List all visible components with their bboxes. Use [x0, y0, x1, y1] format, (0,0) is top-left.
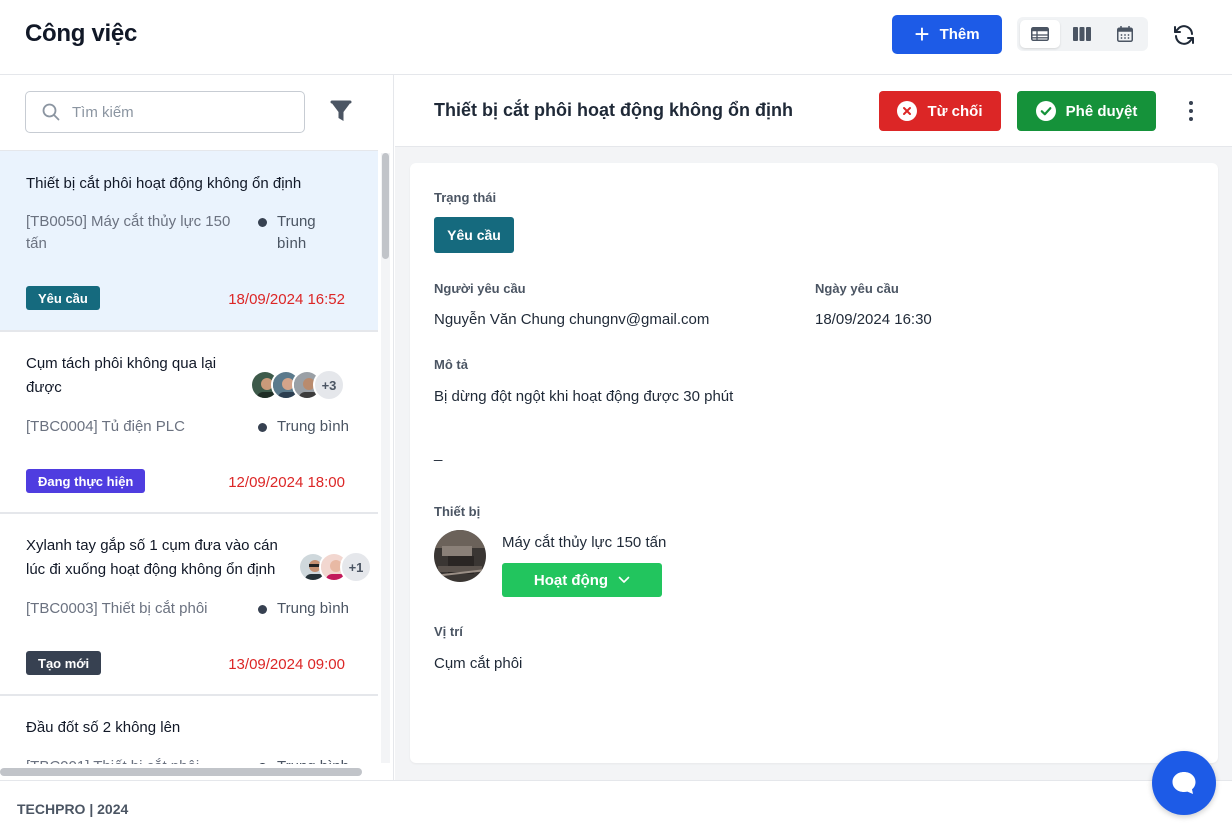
task-card[interactable]: Xylanh tay gắp số 1 cụm đưa vào cán lúc … [0, 514, 378, 696]
request-date-label: Ngày yêu cầu [815, 281, 899, 296]
task-priority: Trung bình [258, 211, 338, 255]
task-date: 12/09/2024 18:00 [228, 474, 345, 491]
filter-button[interactable] [330, 100, 352, 124]
chat-button[interactable] [1152, 751, 1216, 815]
priority-dot [258, 423, 267, 432]
priority-dot [258, 218, 267, 227]
reject-button[interactable]: Từ chối [879, 91, 1001, 131]
task-card[interactable]: Đầu đốt số 2 không lên [TBC001] Thiết bị… [0, 696, 378, 764]
device-status-label: Hoạt động [533, 571, 609, 589]
vertical-scrollbar[interactable] [381, 153, 390, 763]
refresh-button[interactable] [1170, 21, 1198, 49]
columns-icon [1073, 27, 1092, 41]
priority-label: Trung bình [277, 600, 349, 617]
refresh-icon [1174, 25, 1194, 45]
search-box[interactable] [25, 91, 305, 133]
priority-dot [258, 605, 267, 614]
more-assignees-count: +1 [340, 551, 372, 583]
chat-icon [1172, 772, 1196, 794]
task-title: Xylanh tay gắp số 1 cụm đưa vào cán lúc … [26, 537, 278, 578]
request-date-value: 18/09/2024 16:30 [815, 311, 932, 328]
status-badge: Đang thực hiện [26, 469, 146, 493]
search-icon [42, 103, 60, 121]
status-badge: Yêu cầu [26, 286, 100, 310]
task-card[interactable]: Cụm tách phôi không qua lại được +3 [TBC… [0, 332, 378, 514]
kebab-dot [1189, 101, 1193, 105]
scrollbar-thumb[interactable] [382, 153, 389, 259]
status-chip: Yêu cầu [434, 217, 514, 253]
page-title: Công việc [25, 20, 137, 47]
task-title: Cụm tách phôi không qua lại được [26, 355, 217, 396]
task-priority: Trung bình [258, 598, 358, 620]
task-device: [TBC0003] Thiết bị cắt phôi [26, 600, 208, 617]
kebab-dot [1189, 117, 1193, 121]
more-options-button[interactable] [1185, 101, 1197, 121]
footer: TECHPRO | 2024 [0, 780, 1232, 829]
kebab-dot [1189, 109, 1193, 113]
device-label: Thiết bị [434, 504, 481, 519]
horizontal-scrollbar[interactable] [0, 768, 362, 776]
task-list: Thiết bị cắt phôi hoạt động không ổn địn… [0, 150, 378, 764]
task-title: Đầu đốt số 2 không lên [26, 719, 181, 736]
table-icon [1031, 27, 1050, 41]
check-circle-icon [1035, 101, 1056, 121]
task-device: [TBC0004] Tủ điện PLC [26, 418, 185, 435]
detail-panel: Thiết bị cắt phôi hoạt động không ổn địn… [395, 75, 1232, 780]
location-value: Cụm cắt phôi [434, 655, 523, 672]
priority-label: Trung bình [277, 418, 349, 435]
assignee-avatars: +3 [250, 369, 345, 401]
x-circle-icon [897, 101, 918, 121]
kanban-view-button[interactable] [1062, 20, 1102, 48]
task-priority: Trung bình [258, 416, 358, 438]
detail-card: Trạng thái Yêu cầu Người yêu cầu Nguyễn … [410, 163, 1218, 763]
add-button[interactable]: + Thêm [892, 15, 1002, 54]
status-label: Trạng thái [434, 190, 497, 205]
task-date: 18/09/2024 16:52 [228, 291, 345, 308]
task-priority: Trung bình [258, 756, 358, 764]
calendar-icon [1116, 26, 1133, 42]
task-device: [TBC001] Thiết bị cắt phôi [26, 756, 241, 764]
device-status-dropdown[interactable]: Hoạt động [502, 563, 662, 597]
task-title: Thiết bị cắt phôi hoạt động không ổn địn… [26, 175, 302, 192]
approve-button[interactable]: Phê duyệt [1017, 91, 1156, 131]
description-extra: _ [434, 445, 443, 462]
priority-label: Trung bình [277, 213, 316, 252]
search-input[interactable] [72, 103, 272, 121]
requester-value: Nguyễn Văn Chung chungnv@gmail.com [434, 311, 710, 328]
detail-title: Thiết bị cắt phôi hoạt động không ổn địn… [434, 100, 793, 120]
top-bar: Công việc + Thêm [0, 0, 1232, 75]
detail-header: Thiết bị cắt phôi hoạt động không ổn địn… [395, 75, 1232, 147]
device-name: Máy cắt thủy lực 150 tấn [502, 534, 667, 551]
priority-label: Trung bình [277, 756, 349, 764]
priority-dot [258, 763, 267, 764]
assignee-avatars: +1 [298, 551, 372, 583]
task-date: 13/09/2024 09:00 [228, 656, 345, 673]
location-label: Vị trí [434, 624, 463, 639]
add-button-label: Thêm [939, 26, 980, 43]
view-switcher [1017, 17, 1148, 51]
description-value: Bị dừng đột ngột khi hoạt động được 30 p… [434, 388, 734, 405]
description-label: Mô tả [434, 357, 468, 372]
more-assignees-count: +3 [313, 369, 345, 401]
calendar-view-button[interactable] [1105, 20, 1145, 48]
status-badge: Tạo mới [26, 651, 102, 675]
requester-label: Người yêu cầu [434, 281, 526, 296]
device-image [434, 530, 486, 582]
table-view-button[interactable] [1020, 20, 1061, 48]
chevron-down-icon [618, 576, 630, 583]
task-list-panel: Thiết bị cắt phôi hoạt động không ổn địn… [0, 75, 394, 780]
reject-button-label: Từ chối [927, 102, 983, 120]
footer-text: TECHPRO | 2024 [17, 801, 129, 817]
approve-button-label: Phê duyệt [1065, 102, 1138, 120]
task-card[interactable]: Thiết bị cắt phôi hoạt động không ổn địn… [0, 151, 378, 332]
task-device: [TB0050] Máy cắt thủy lực 150 tấn [26, 213, 231, 252]
filter-icon [330, 100, 352, 121]
plus-icon: + [914, 18, 930, 49]
